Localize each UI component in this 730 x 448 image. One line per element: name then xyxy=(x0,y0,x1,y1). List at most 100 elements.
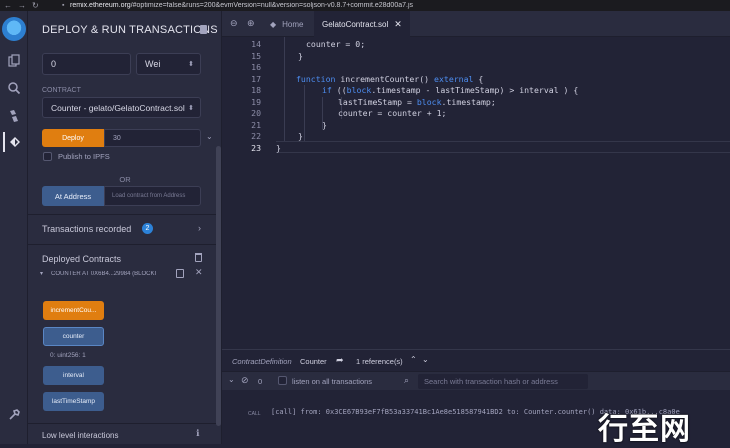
chevron-down-icon[interactable]: ⌄ xyxy=(206,132,213,141)
at-address-button[interactable]: At Address xyxy=(42,186,104,206)
terminal-toolbar: ⌄ ⊘ 0 listen on all transactions ⌕ Searc… xyxy=(222,371,730,390)
tab-file-label: GelatoContract.sol xyxy=(322,19,389,29)
definition-name: Counter xyxy=(300,357,327,366)
code-text: .timestamp - lastTimeStamp) > interval )… xyxy=(371,85,579,95)
counter-button[interactable]: counter xyxy=(43,327,104,346)
current-line-highlight xyxy=(276,141,730,153)
editor-tab-bar: ⊖ ⊕ ◆ Home GelatoContract.sol ✕ xyxy=(222,11,730,37)
plugin-manager-icon[interactable] xyxy=(4,405,24,425)
or-separator: OR xyxy=(119,175,131,184)
lock-icon: ▪ xyxy=(62,2,65,9)
tab-home[interactable]: ◆ Home xyxy=(262,11,312,37)
solidity-compiler-icon[interactable] xyxy=(4,106,24,126)
listen-all-checkbox[interactable] xyxy=(278,376,287,385)
value-input[interactable]: 0 xyxy=(42,53,131,75)
definition-type: ContractDefinition xyxy=(232,357,292,366)
code-text: } xyxy=(322,119,327,130)
panel-title: DEPLOY & RUN TRANSACTIONS xyxy=(42,24,218,36)
chevron-down-icon[interactable]: ⌄ xyxy=(422,355,429,364)
panel-scrollbar[interactable] xyxy=(216,146,221,426)
terminal-search-input[interactable]: Search with transaction hash or address xyxy=(418,374,588,389)
search-icon[interactable] xyxy=(4,78,24,98)
copy-icon[interactable] xyxy=(176,269,184,278)
chevron-right-icon[interactable]: › xyxy=(198,223,201,233)
code-text: } xyxy=(298,50,303,61)
indent-guide xyxy=(284,37,285,141)
trash-icon[interactable] xyxy=(195,253,202,262)
browser-nav: ← → ↻ xyxy=(0,1,62,10)
value-unit-select[interactable]: Wei ⬍ xyxy=(136,53,201,75)
code-text: .timestamp; xyxy=(441,96,496,107)
back-icon[interactable]: ← xyxy=(4,1,12,10)
chevron-updown-icon: ⬍ xyxy=(188,61,194,68)
code-line: counter = 0; xyxy=(306,39,365,49)
deploy-run-icon[interactable] xyxy=(3,132,25,152)
deploy-button[interactable]: Deploy xyxy=(42,129,104,147)
deployed-instance-name[interactable]: COUNTER AT 0X6B4...29984 (BLOCKI xyxy=(51,271,169,277)
chevron-up-icon[interactable]: ⌃ xyxy=(410,355,417,364)
close-icon[interactable]: ✕ xyxy=(394,19,402,30)
code-text: counter = 0; xyxy=(306,39,366,49)
counter-result: 0: uint256: 1 xyxy=(50,352,86,359)
code-line: } xyxy=(276,143,281,153)
references-count[interactable]: 1 reference(s) xyxy=(356,357,403,366)
pending-tx-count: 0 xyxy=(258,377,263,386)
code-editor[interactable]: 14 15 16 17 18 19 20 21 22 23 counter = 0;} functi… xyxy=(222,37,730,349)
increment-counter-button[interactable]: incrementCou... xyxy=(43,301,104,320)
zoom-in-icon[interactable]: ⊕ xyxy=(247,18,255,29)
code-text: incrementCounter() xyxy=(335,73,435,84)
indent-guide xyxy=(304,85,305,141)
interval-button[interactable]: interval xyxy=(43,366,104,385)
file-explorer-icon[interactable] xyxy=(4,51,24,71)
definition-bar: ContractDefinition Counter ➦ 1 reference… xyxy=(222,349,730,371)
remix-icon: ◆ xyxy=(270,19,277,29)
line-number: 15 xyxy=(251,50,261,61)
deploy-run-panel: DEPLOY & RUN TRANSACTIONS 0 Wei ⬍ CONTRA… xyxy=(28,11,222,444)
info-icon[interactable]: ℹ xyxy=(196,428,199,439)
line-number: 16 xyxy=(251,62,261,72)
publish-ipfs-checkbox[interactable] xyxy=(43,152,52,161)
log-badge: CALL xyxy=(248,411,261,417)
share-icon[interactable]: ➦ xyxy=(336,355,344,366)
line-number: 22 xyxy=(251,131,261,141)
clear-console-icon[interactable]: ⊘ xyxy=(241,375,249,386)
browser-url-bar: ← → ↻ ▪ remix.ethereum.org/#optimize=fal… xyxy=(0,0,730,11)
transactions-count-badge: 2 xyxy=(142,223,153,234)
code-text: counter = counter + 1; xyxy=(338,108,447,118)
code-text: } xyxy=(298,131,303,141)
code-text: } xyxy=(276,142,281,153)
last-timestamp-button[interactable]: lastTimeStamp xyxy=(43,392,104,411)
low-level-label: Low level interactions xyxy=(42,431,119,440)
watermark: 行至网 xyxy=(598,412,691,447)
deploy-args-input[interactable]: 30 xyxy=(104,129,201,147)
close-icon[interactable]: ✕ xyxy=(195,267,203,278)
line-number: 18 xyxy=(251,85,261,95)
remix-logo-icon[interactable] xyxy=(2,17,26,41)
tab-home-label: Home xyxy=(282,19,304,29)
line-number: 17 xyxy=(251,73,261,84)
chevron-updown-icon: ⬍ xyxy=(188,104,194,112)
contract-select[interactable]: Counter - gelato/GelatoContract.sol ⬍ xyxy=(42,97,201,118)
line-number: 19 xyxy=(251,96,261,107)
transactions-recorded-label[interactable]: Transactions recorded xyxy=(42,224,131,234)
line-number: 21 xyxy=(251,119,261,130)
code-line: } xyxy=(298,131,303,141)
tab-gelato-contract[interactable]: GelatoContract.sol ✕ xyxy=(314,11,410,37)
forward-icon[interactable]: → xyxy=(18,1,26,10)
divider xyxy=(28,244,221,245)
code-line: } xyxy=(298,51,303,61)
at-address-input[interactable]: Load contract from Address xyxy=(104,186,201,206)
code-line: } xyxy=(322,120,327,130)
code-text: (( xyxy=(331,85,347,95)
url-text[interactable]: remix.ethereum.org/#optimize=false&runs=… xyxy=(70,2,413,9)
line-number: 14 xyxy=(251,39,261,49)
divider xyxy=(28,214,221,215)
reload-icon[interactable]: ↻ xyxy=(32,1,39,10)
divider xyxy=(28,423,221,424)
documentation-icon[interactable] xyxy=(200,25,207,34)
zoom-out-icon[interactable]: ⊖ xyxy=(230,18,238,29)
deployed-contracts-label: Deployed Contracts xyxy=(42,254,122,264)
chevron-down-icon[interactable]: ⌄ xyxy=(228,375,235,384)
code-text: lastTimeStamp = xyxy=(338,96,417,107)
chevron-down-icon[interactable]: ▾ xyxy=(40,270,43,277)
